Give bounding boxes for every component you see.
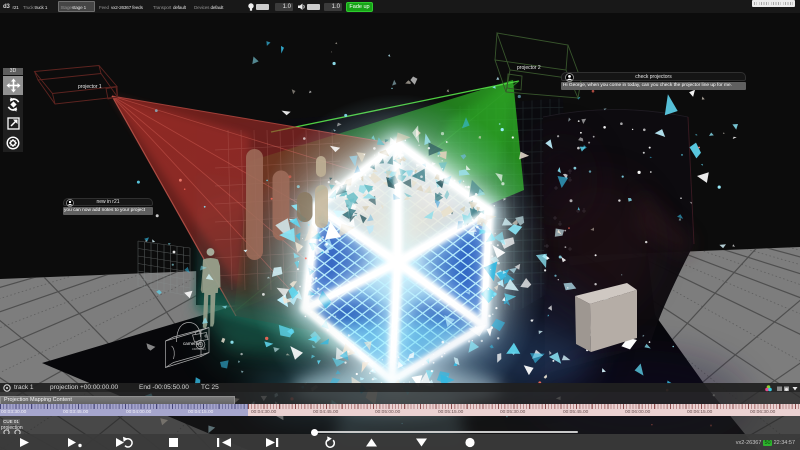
svg-text:cameras: cameras <box>183 341 201 346</box>
svg-text:camera1: camera1 <box>192 347 206 351</box>
